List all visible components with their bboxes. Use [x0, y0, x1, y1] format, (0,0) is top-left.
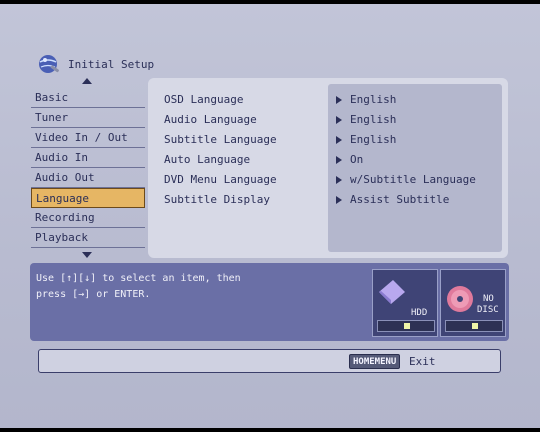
header: Initial Setup	[36, 52, 154, 76]
setting-label-subtitle-display[interactable]: Subtitle Display	[164, 190, 277, 210]
setting-value-text: Assist Subtitle	[350, 193, 450, 206]
menu-scroll-up-icon[interactable]	[82, 78, 92, 84]
top-letterbox	[0, 0, 540, 4]
play-arrow-icon	[336, 176, 342, 184]
play-arrow-icon	[336, 96, 342, 104]
help-text: Use [↑][↓] to select an item, then press…	[36, 271, 366, 303]
help-line-2: press [→] or ENTER.	[36, 289, 151, 300]
home-menu-button[interactable]: HOMEMENU	[349, 354, 401, 369]
exit-label: Exit	[409, 355, 436, 368]
no-disc-label-1: NO	[483, 294, 494, 304]
menu-item-video-in-out[interactable]: Video In / Out	[31, 128, 145, 148]
menu-item-language[interactable]: Language	[31, 188, 145, 208]
setting-label-dvd-menu-language[interactable]: DVD Menu Language	[164, 170, 277, 190]
menu-item-tuner[interactable]: Tuner	[31, 108, 145, 128]
no-disc-label-2: DISC	[477, 305, 499, 315]
menu-item-audio-in[interactable]: Audio In	[31, 148, 145, 168]
disc-indicator	[445, 320, 503, 332]
page-title: Initial Setup	[68, 57, 155, 71]
setup-screen: Initial Setup Basic Tuner Video In / Out…	[0, 0, 540, 432]
menu-item-basic[interactable]: Basic	[31, 88, 145, 108]
setting-value-dvd-menu-language[interactable]: w/Subtitle Language	[336, 170, 476, 190]
settings-panel: OSD Language Audio Language Subtitle Lan…	[148, 78, 508, 258]
menu-item-recording[interactable]: Recording	[31, 208, 145, 228]
setting-value-audio-language[interactable]: English	[336, 110, 476, 130]
play-arrow-icon	[336, 116, 342, 124]
category-menu: Basic Tuner Video In / Out Audio In Audi…	[31, 88, 145, 248]
play-arrow-icon	[336, 196, 342, 204]
settings-values-panel: English English English On w/Subtitle La…	[328, 84, 502, 252]
footer-bar: HOMEMENU Exit	[38, 349, 501, 373]
setting-value-text: w/Subtitle Language	[350, 173, 476, 186]
setting-value-subtitle-display[interactable]: Assist Subtitle	[336, 190, 476, 210]
menu-scroll-down-icon[interactable]	[82, 252, 92, 258]
hdd-label: HDD	[411, 308, 428, 318]
menu-item-audio-out[interactable]: Audio Out	[31, 168, 145, 188]
hdd-icon	[379, 280, 405, 304]
setting-value-text: English	[350, 113, 397, 126]
setting-label-auto-language[interactable]: Auto Language	[164, 150, 277, 170]
setting-value-text: English	[350, 133, 397, 146]
help-line-1: Use [↑][↓] to select an item, then	[36, 273, 241, 284]
menu-item-playback[interactable]: Playback	[31, 228, 145, 248]
setup-globe-icon	[39, 55, 59, 73]
setting-label-osd-language[interactable]: OSD Language	[164, 90, 277, 110]
setting-label-subtitle-language[interactable]: Subtitle Language	[164, 130, 277, 150]
hdd-status: HDD	[372, 269, 438, 337]
setting-value-auto-language[interactable]: On	[336, 150, 476, 170]
setting-label-audio-language[interactable]: Audio Language	[164, 110, 277, 130]
setting-value-text: English	[350, 93, 397, 106]
settings-labels: OSD Language Audio Language Subtitle Lan…	[164, 90, 277, 210]
play-arrow-icon	[336, 136, 342, 144]
help-panel: Use [↑][↓] to select an item, then press…	[30, 263, 509, 341]
disc-status: NO DISC	[440, 269, 506, 337]
setting-value-subtitle-language[interactable]: English	[336, 130, 476, 150]
hdd-indicator	[377, 320, 435, 332]
setting-value-text: On	[350, 153, 364, 166]
setting-value-osd-language[interactable]: English	[336, 90, 476, 110]
disc-icon	[447, 286, 473, 312]
play-arrow-icon	[336, 156, 342, 164]
bottom-letterbox	[0, 428, 540, 432]
